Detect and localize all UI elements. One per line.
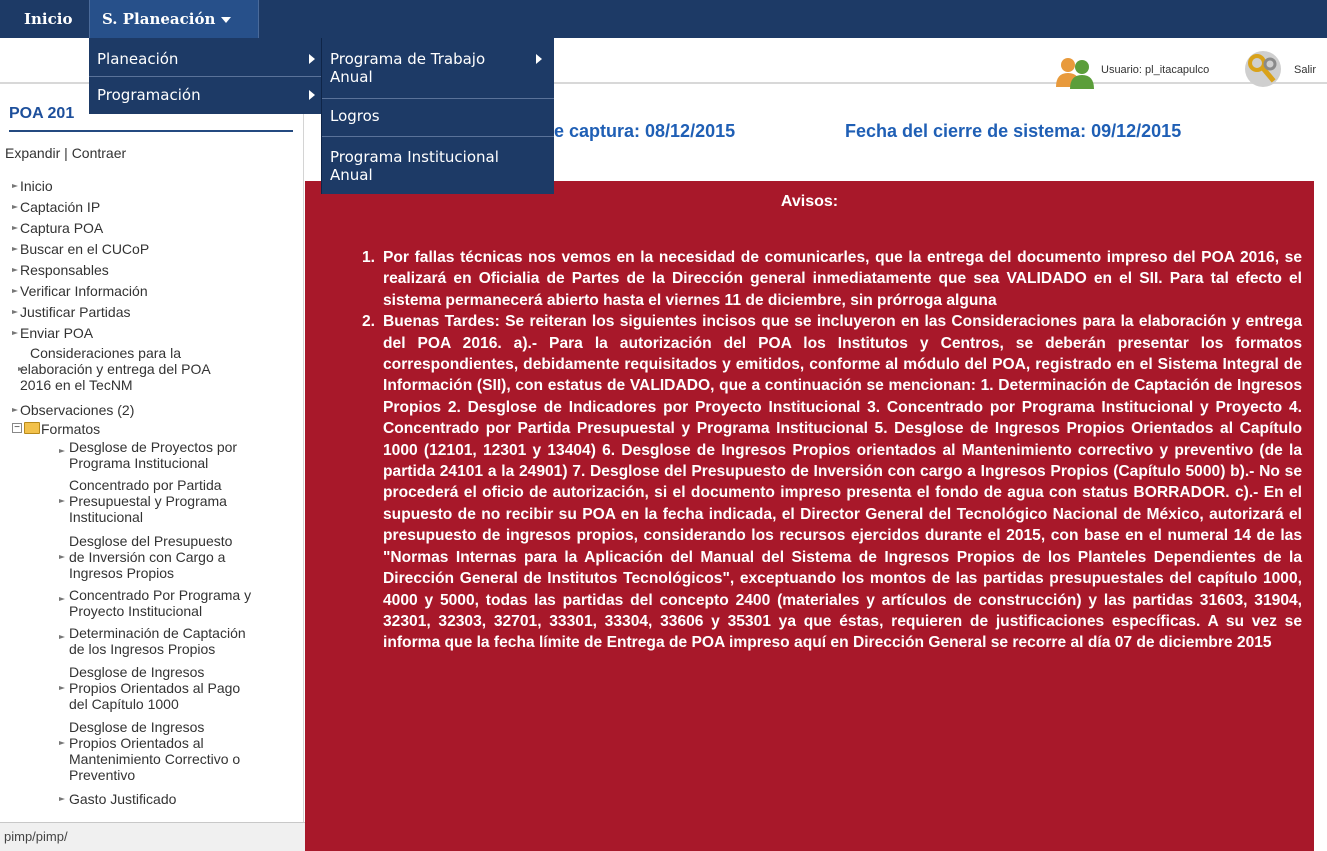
- sidebar-title-rule: [9, 130, 293, 132]
- menu-item-programa-trabajo-anual[interactable]: Programa de Trabajo Anual: [322, 50, 554, 86]
- sidebar-item-captura-poa[interactable]: Captura POA: [20, 219, 103, 237]
- sidebar-item-consideraciones[interactable]: Consideraciones para la elaboración y en…: [18, 345, 211, 393]
- sidebar-item-verificar[interactable]: Verificar Información: [20, 282, 148, 300]
- formato-item[interactable]: Desglose del Presupuesto de Inversión co…: [59, 533, 233, 581]
- menu-separator: [89, 76, 321, 77]
- sidebar-item-justificar[interactable]: Justificar Partidas: [20, 303, 130, 321]
- notice-panel: Avisos: 1. Por fallas técnicas nos vemos…: [305, 181, 1314, 851]
- menu-item-planeacion[interactable]: Planeación: [89, 50, 321, 68]
- nav-inicio[interactable]: Inicio: [13, 0, 83, 38]
- formato-line: del Capítulo 1000: [69, 696, 179, 712]
- menu-separator: [322, 98, 554, 99]
- dropdown-menu-planeacion: Planeación Programación: [89, 38, 321, 114]
- formato-line: Desglose del Presupuesto: [69, 533, 233, 549]
- consideraciones-line: elaboración y entrega del POA: [20, 361, 211, 377]
- logout-link[interactable]: Salir: [1294, 64, 1316, 76]
- formato-line: Concentrado por Partida: [69, 477, 222, 493]
- formato-line: Concentrado Por Programa y: [69, 587, 252, 603]
- expand-separator: |: [60, 145, 72, 161]
- expand-link[interactable]: Expandir: [5, 145, 60, 161]
- chevron-right-icon: [309, 90, 315, 100]
- page: Inicio S. Planeación Usuario: pl_itacapu…: [0, 0, 1327, 851]
- menu-item-label: Programa de Trabajo: [330, 50, 486, 68]
- nav-planeacion[interactable]: S. Planeación: [89, 0, 259, 38]
- menu-item-programa-institucional-anual[interactable]: Programa Institucional Anual: [322, 148, 554, 184]
- notice-text: Por fallas técnicas nos vemos en la nece…: [383, 249, 1302, 309]
- sidebar-item-formatos[interactable]: Formatos: [41, 420, 100, 438]
- formato-line: Desglose de Proyectos por: [69, 439, 238, 455]
- notice-title: Avisos:: [780, 193, 839, 210]
- formato-line: Institucional: [69, 509, 143, 525]
- notice-number: 2.: [362, 313, 376, 331]
- sidebar: POA 201 Expandir | Contraer Inicio Capta…: [0, 84, 304, 851]
- menu-item-label: Planeación: [97, 50, 179, 68]
- system-close-date: Fecha del cierre de sistema: 09/12/2015: [845, 121, 1182, 141]
- tree-collapse-toggle[interactable]: −: [12, 423, 22, 433]
- menu-item-programacion[interactable]: Programación: [89, 86, 321, 104]
- formato-item[interactable]: Desglose de Ingresos Propios Orientados …: [59, 719, 241, 783]
- sidebar-title: POA 201: [9, 105, 75, 122]
- formato-line: Desglose de Ingresos: [69, 664, 205, 680]
- formato-line: Preventivo: [69, 767, 136, 783]
- menu-item-label: Anual: [330, 166, 373, 184]
- menu-item-label: Logros: [330, 107, 380, 125]
- formato-line: Propios Orientados al Pago: [69, 680, 241, 696]
- top-navbar: Inicio S. Planeación: [0, 0, 1327, 38]
- sidebar-item-buscar-cucop[interactable]: Buscar en el CUCoP: [20, 240, 149, 258]
- menu-item-label: Anual: [330, 68, 373, 86]
- notice-item: 2. Buenas Tardes: Se reiteran los siguie…: [362, 311, 1302, 654]
- collapse-link[interactable]: Contraer: [72, 145, 126, 161]
- menu-separator: [322, 136, 554, 137]
- formato-line: Propios Orientados al: [69, 735, 204, 751]
- notice-number: 1.: [362, 249, 376, 266]
- sidebar-item-observaciones[interactable]: Observaciones (2): [20, 401, 134, 419]
- formato-line: de los Ingresos Propios: [69, 641, 216, 657]
- user-label: Usuario: pl_itacapulco: [1101, 64, 1210, 76]
- logout-keys-icon[interactable]: [1243, 49, 1283, 89]
- menu-item-label: Programa Institucional: [330, 148, 499, 166]
- expand-collapse: Expandir | Contraer: [5, 145, 126, 161]
- formato-line: Presupuestal y Programa: [69, 493, 227, 509]
- formato-line: Ingresos Propios: [69, 565, 175, 581]
- formato-line: Programa Institucional: [69, 455, 209, 471]
- notice-text: Buenas Tardes: Se reiteran los siguiente…: [383, 313, 1302, 652]
- formato-line: Desglose de Ingresos: [69, 719, 205, 735]
- formato-item[interactable]: Desglose de Proyectos por Programa Insti…: [59, 439, 238, 471]
- consideraciones-line: Consideraciones para la: [30, 345, 181, 361]
- formato-line: Gasto Justificado: [69, 791, 177, 807]
- formato-item[interactable]: Determinación de Captación de los Ingres…: [59, 625, 246, 657]
- formato-item[interactable]: Concentrado por Partida Presupuestal y P…: [59, 477, 227, 525]
- users-icon: [1056, 58, 1094, 89]
- sidebar-item-responsables[interactable]: Responsables: [20, 261, 109, 279]
- formato-line: de Inversión con Cargo a: [69, 549, 226, 565]
- folder-open-icon: [24, 422, 40, 434]
- chevron-right-icon: [309, 54, 315, 64]
- consideraciones-line: 2016 en el TecNM: [20, 377, 133, 393]
- formato-item[interactable]: Desglose de Ingresos Propios Orientados …: [59, 664, 241, 712]
- formato-line: Determinación de Captación: [69, 625, 246, 641]
- formato-line: Mantenimiento Correctivo o: [69, 751, 241, 767]
- sidebar-item-captacion-ip[interactable]: Captación IP: [20, 198, 100, 216]
- sidebar-item-enviar-poa[interactable]: Enviar POA: [20, 324, 93, 342]
- formato-item[interactable]: Concentrado Por Programa y Proyecto Inst…: [59, 587, 252, 619]
- sidebar-item-inicio[interactable]: Inicio: [20, 177, 53, 195]
- dropdown-submenu-programacion: Programa de Trabajo Anual Logros Program…: [321, 38, 554, 194]
- notice-list: 1. Por fallas técnicas nos vemos en la n…: [362, 247, 1302, 654]
- menu-item-logros[interactable]: Logros: [322, 107, 554, 125]
- formato-item[interactable]: Gasto Justificado: [59, 791, 177, 807]
- capture-date: e captura: 08/12/2015: [554, 121, 736, 141]
- caret-down-icon: [221, 17, 232, 23]
- menu-item-label: Programación: [97, 86, 201, 104]
- nav-planeacion-label: S. Planeación: [102, 10, 216, 28]
- formato-line: Proyecto Institucional: [69, 603, 203, 619]
- chevron-right-icon: [536, 54, 542, 64]
- notice-item: 1. Por fallas técnicas nos vemos en la n…: [362, 247, 1302, 311]
